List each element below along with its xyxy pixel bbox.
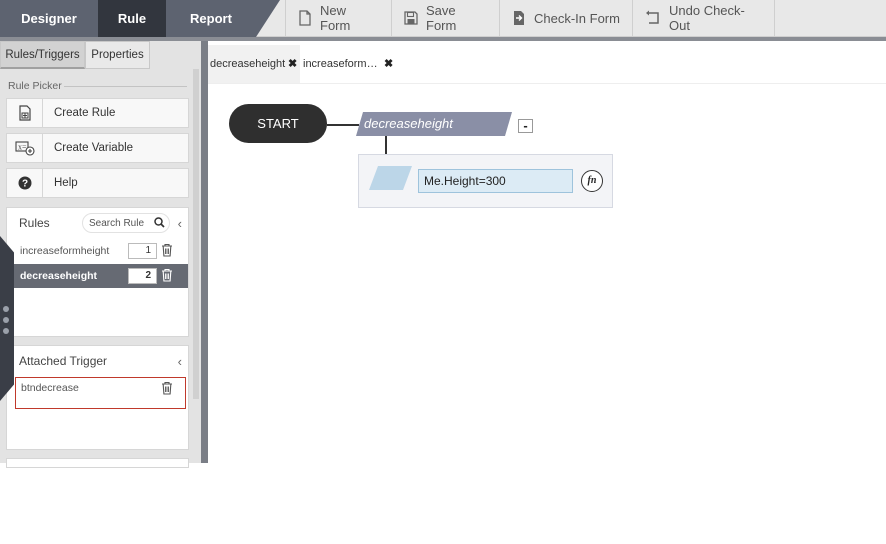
action-expression-input[interactable] (418, 169, 573, 193)
rule-picker-heading: Rule Picker (8, 80, 62, 92)
new-form-label: New Form (320, 3, 351, 33)
rule-order-input[interactable]: 2 (128, 268, 157, 284)
trash-icon[interactable] (161, 268, 173, 282)
trigger-list-item[interactable]: btndecrease (15, 377, 186, 409)
connector-line (327, 124, 359, 126)
handle-dot (3, 328, 9, 334)
undo-icon (646, 10, 659, 24)
document-icon (299, 10, 311, 26)
collapsed-card (6, 458, 189, 468)
function-button[interactable]: fn (581, 170, 603, 192)
attached-trigger-heading: Attached Trigger (19, 354, 108, 368)
save-form-button[interactable]: Save Form (391, 0, 499, 36)
create-variable-button[interactable]: x= Create Variable (6, 133, 189, 163)
rule-name: increaseformheight (20, 245, 110, 257)
create-rule-icon (7, 99, 43, 127)
create-rule-button[interactable]: Create Rule (6, 98, 189, 128)
check-in-form-label: Check-In Form (534, 10, 620, 26)
check-in-icon (514, 11, 524, 25)
panel-slide-handle[interactable] (0, 236, 14, 401)
tab-label: increaseform… (303, 58, 378, 70)
left-panel-scrollbar[interactable] (193, 69, 199, 399)
check-in-form-button[interactable]: Check-In Form (499, 0, 632, 36)
attached-trigger-card: Attached Trigger ‹ btndecrease (6, 345, 189, 450)
mode-bar-wedge (256, 0, 280, 37)
floppy-disk-icon (404, 11, 418, 25)
create-variable-label: Create Variable (54, 142, 134, 154)
panel-splitter[interactable] (201, 41, 208, 463)
tab-decreaseheight[interactable]: decreaseheight ✖ (208, 45, 300, 83)
collapse-button[interactable]: - (518, 119, 533, 133)
save-form-label: Save Form (426, 3, 457, 33)
svg-text:?: ? (21, 179, 27, 190)
rule-list-item[interactable]: increaseformheight 1 (7, 239, 188, 263)
rule-order-input[interactable]: 1 (128, 243, 157, 259)
start-node[interactable]: START (229, 104, 327, 143)
undo-check-out-button[interactable]: Undo Check-Out (632, 0, 775, 36)
search-icon[interactable] (154, 217, 165, 228)
undo-check-out-label: Undo Check-Out (669, 3, 745, 33)
rule-name: decreaseheight (20, 270, 98, 282)
left-panel-tabs: Rules/Triggers Properties (0, 41, 201, 69)
tab-rules-triggers[interactable]: Rules/Triggers (0, 41, 85, 69)
top-toolbar: Designer Rule Report New Form Save Form … (0, 0, 886, 37)
rule-node-label: decreaseheight (364, 116, 453, 131)
question-circle-icon: ? (7, 169, 43, 197)
rule-list-item-selected[interactable]: decreaseheight 2 (7, 264, 188, 288)
rules-heading: Rules (19, 216, 50, 230)
left-panel: Rules/Triggers Properties Rule Picker Cr… (0, 41, 201, 468)
search-rule-input[interactable] (83, 214, 159, 232)
mode-tab-rule[interactable]: Rule (98, 0, 166, 37)
search-rule-box (82, 213, 170, 233)
trigger-name: btndecrease (21, 382, 79, 394)
mode-tab-report[interactable]: Report (166, 0, 256, 37)
trash-icon[interactable] (161, 243, 173, 257)
handle-dot (3, 306, 9, 312)
handle-dot (3, 317, 9, 323)
tab-properties[interactable]: Properties (85, 41, 150, 69)
rules-card: Rules ‹ increaseformheight 1 decreasehei… (6, 207, 189, 337)
rule-picker-divider (64, 86, 187, 87)
tab-increaseformheight[interactable]: increaseform… ✖ (303, 45, 403, 83)
create-variable-icon: x= (7, 134, 43, 162)
help-label: Help (54, 177, 78, 189)
new-form-button[interactable]: New Form (285, 0, 391, 36)
rule-node[interactable]: decreaseheight (356, 112, 512, 136)
chevron-left-icon[interactable]: ‹ (178, 354, 182, 369)
create-rule-label: Create Rule (54, 107, 116, 119)
chevron-left-icon[interactable]: ‹ (178, 216, 182, 231)
help-button[interactable]: ? Help (6, 168, 189, 198)
rule-document-tabs: decreaseheight ✖ increaseform… ✖ (208, 45, 886, 84)
tab-label: decreaseheight (210, 58, 286, 70)
mode-tab-designer[interactable]: Designer (0, 0, 98, 37)
close-icon[interactable]: ✖ (384, 45, 393, 83)
close-icon[interactable]: ✖ (288, 45, 297, 83)
trash-icon[interactable] (161, 381, 173, 395)
